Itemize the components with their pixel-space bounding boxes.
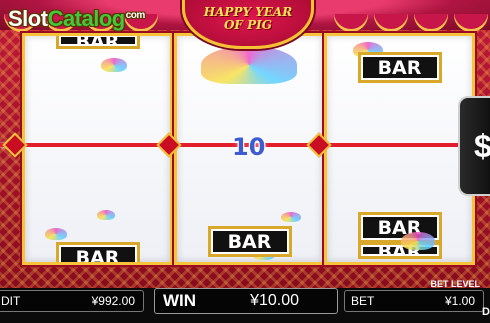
fan-symbol-icon	[101, 58, 127, 72]
bar-symbol: BAR	[55, 36, 140, 49]
credit-label: DIT	[1, 294, 21, 308]
fan-symbol-icon	[45, 228, 67, 240]
reel-3: BAR BAR BAR	[324, 33, 475, 265]
bet-value: ¥1.00	[444, 294, 475, 308]
corner-letter: D	[482, 306, 490, 318]
game-title-line2: OF PIG	[223, 18, 273, 32]
bet-label: BET	[351, 294, 375, 308]
fan-symbol-icon	[401, 232, 435, 250]
spin-button[interactable]: $	[458, 96, 490, 196]
payline-win-amount: 10	[232, 133, 266, 161]
curtain-scallop	[374, 14, 408, 32]
slotcatalog-watermark-logo: SlotCatalogcom	[8, 6, 145, 32]
win-value: ¥10.00	[250, 292, 299, 309]
fan-symbol-icon	[97, 210, 115, 220]
logo-catalog-text: Catalog	[47, 6, 126, 31]
bar-symbol: BAR	[55, 242, 140, 262]
curtain-scallop	[414, 14, 448, 32]
lucky-fan-symbol-icon	[201, 46, 297, 84]
credit-value: ¥992.00	[91, 294, 135, 308]
bar-symbol: BAR	[207, 226, 292, 257]
bet-level-label[interactable]: BET LEVEL	[430, 279, 480, 289]
credit-display: DIT ¥992.00	[0, 290, 144, 312]
bet-display[interactable]: BET ¥1.00	[344, 290, 484, 312]
logo-com-text: com	[125, 9, 146, 21]
fan-symbol-icon	[281, 212, 301, 222]
curtain-scallop	[334, 14, 368, 32]
curtain-scallop	[454, 14, 488, 32]
bar-symbol: BAR	[357, 52, 442, 83]
win-display: WIN ¥10.00	[154, 288, 338, 314]
win-label: WIN	[163, 291, 197, 310]
logo-slot-text: Slot	[8, 6, 48, 31]
reel-1: BAR BAR	[22, 33, 173, 265]
